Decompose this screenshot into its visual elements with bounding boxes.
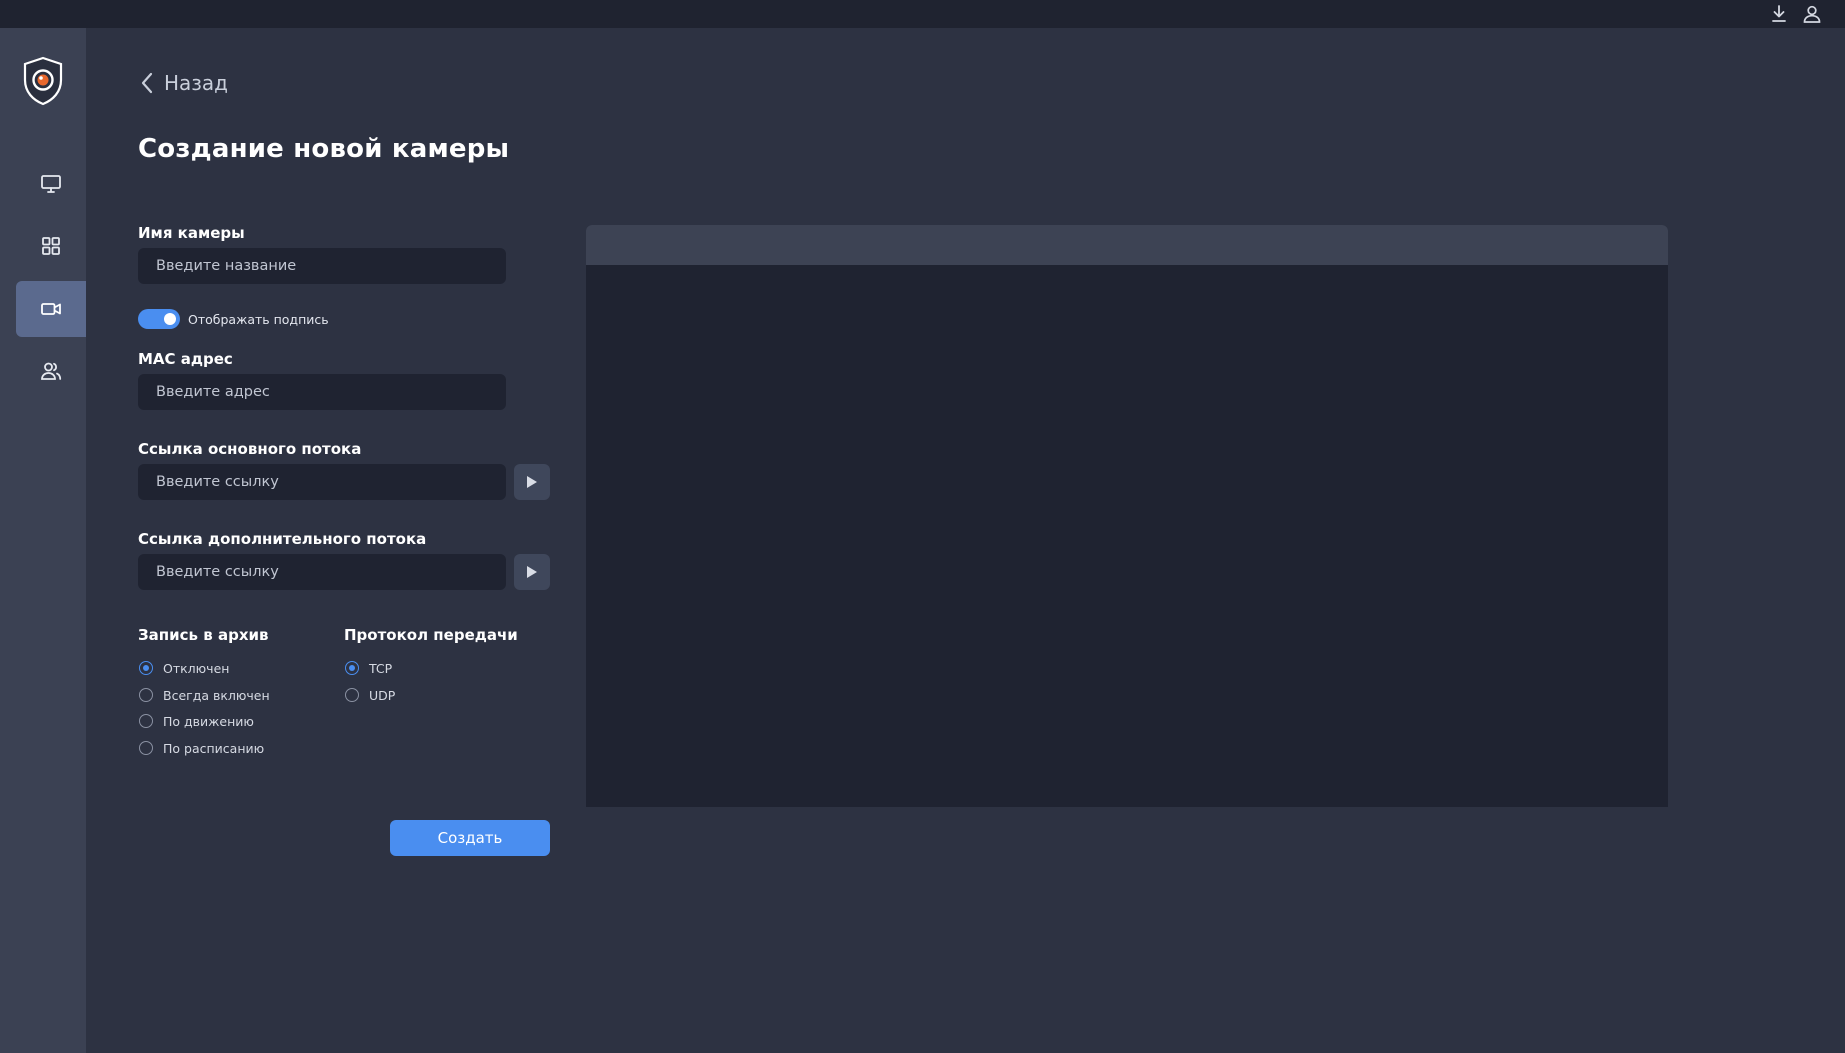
main-stream-input[interactable]	[138, 464, 506, 500]
radio-button[interactable]	[345, 688, 359, 702]
camera-name-input[interactable]	[138, 248, 506, 284]
grid-icon	[42, 237, 60, 255]
radio-button[interactable]	[345, 661, 359, 675]
protocol-option-tcp[interactable]: TCP	[345, 659, 392, 677]
protocol-group-title: Протокол передачи	[344, 626, 518, 644]
radio-label: По движению	[163, 713, 254, 729]
back-label: Назад	[164, 71, 229, 95]
radio-label: TCP	[369, 660, 393, 676]
sub-stream-label: Ссылка дополнительного потока	[138, 530, 427, 548]
radio-button[interactable]	[139, 688, 153, 702]
radio-label: По расписанию	[163, 740, 265, 756]
top-bar	[0, 0, 1845, 28]
sub-stream-play-button[interactable]	[514, 554, 550, 590]
archive-option-always[interactable]: Всегда включен	[139, 686, 270, 704]
main-stream-label: Ссылка основного потока	[138, 440, 362, 458]
mac-address-label: MAC адрес	[138, 350, 233, 368]
back-link[interactable]: Назад	[140, 70, 228, 96]
archive-option-schedule[interactable]: По расписанию	[139, 739, 264, 757]
archive-group-title: Запись в архив	[138, 626, 269, 644]
download-icon[interactable]	[1769, 4, 1789, 24]
sidebar-item-monitor[interactable]	[16, 156, 86, 212]
camera-icon	[41, 303, 61, 315]
archive-option-motion[interactable]: По движению	[139, 712, 254, 730]
archive-option-off[interactable]: Отключен	[139, 659, 229, 677]
preview-header	[586, 225, 1668, 265]
show-caption-label: Отображать подпись	[188, 311, 329, 327]
sidebar	[0, 28, 86, 1053]
sub-stream-input[interactable]	[138, 554, 506, 590]
radio-label: Отключен	[163, 660, 230, 676]
toggle-knob	[164, 313, 176, 325]
mac-address-input[interactable]	[138, 374, 506, 410]
radio-button[interactable]	[139, 741, 153, 755]
video-preview-panel	[586, 225, 1668, 807]
show-caption-toggle-row[interactable]: Отображать подпись	[138, 309, 329, 329]
create-button[interactable]: Создать	[390, 820, 550, 856]
users-icon	[41, 362, 62, 380]
radio-button[interactable]	[139, 714, 153, 728]
protocol-option-udp[interactable]: UDP	[345, 686, 395, 704]
radio-button[interactable]	[139, 661, 153, 675]
page-title: Создание новой камеры	[138, 134, 510, 164]
play-icon	[527, 476, 537, 488]
sidebar-item-users[interactable]	[16, 343, 86, 399]
play-icon	[527, 566, 537, 578]
sidebar-item-grid[interactable]	[16, 218, 86, 274]
chevron-left-icon	[141, 72, 153, 94]
show-caption-toggle[interactable]	[138, 309, 180, 329]
radio-label: UDP	[369, 687, 396, 703]
radio-label: Всегда включен	[163, 687, 270, 703]
user-icon[interactable]	[1802, 4, 1822, 24]
main-stream-play-button[interactable]	[514, 464, 550, 500]
monitor-icon	[41, 175, 61, 193]
camera-name-label: Имя камеры	[138, 224, 245, 242]
shield-logo-icon[interactable]	[22, 56, 64, 106]
sidebar-item-cameras[interactable]	[16, 281, 86, 337]
